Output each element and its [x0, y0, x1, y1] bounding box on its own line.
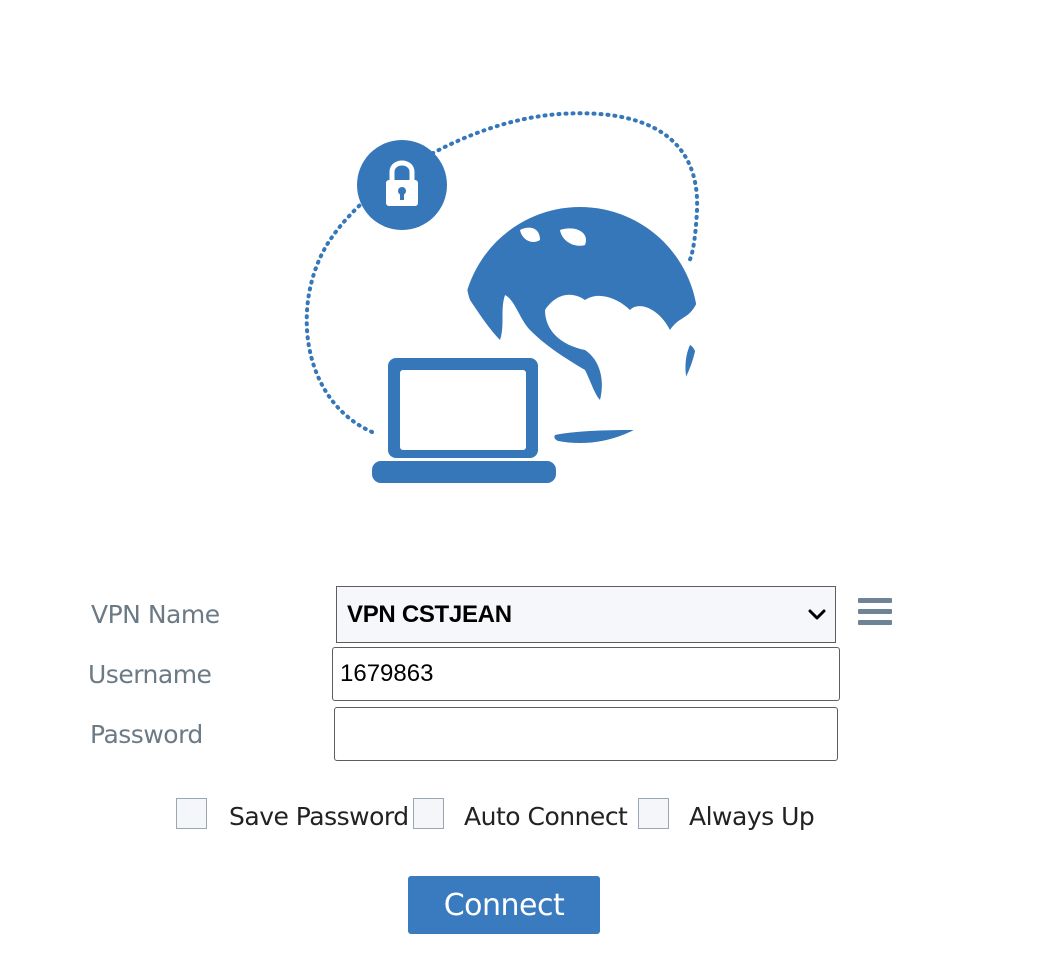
save-password-label[interactable]: Save Password	[229, 802, 409, 831]
menu-icon-bar	[858, 598, 892, 603]
lock-icon	[357, 140, 447, 230]
connect-button[interactable]: Connect	[408, 876, 600, 934]
vpn-name-selected-value: VPN CSTJEAN	[347, 600, 512, 628]
menu-icon-bar	[858, 620, 892, 625]
auto-connect-checkbox[interactable]	[413, 798, 444, 829]
username-label: Username	[88, 660, 212, 689]
menu-icon-bar	[858, 609, 892, 614]
save-password-checkbox[interactable]	[176, 798, 207, 829]
menu-icon[interactable]	[858, 598, 894, 630]
password-field[interactable]	[334, 707, 838, 761]
vpn-illustration	[0, 0, 1052, 520]
password-label: Password	[90, 720, 203, 749]
vpn-name-select[interactable]: VPN CSTJEAN	[336, 586, 836, 643]
auto-connect-label[interactable]: Auto Connect	[464, 802, 628, 831]
chevron-down-icon	[807, 605, 827, 625]
laptop-icon	[372, 358, 556, 483]
vpn-name-label: VPN Name	[91, 600, 220, 629]
username-field[interactable]: 1679863	[332, 647, 840, 701]
always-up-checkbox[interactable]	[638, 798, 669, 829]
username-value: 1679863	[340, 660, 434, 687]
always-up-label[interactable]: Always Up	[689, 802, 815, 831]
